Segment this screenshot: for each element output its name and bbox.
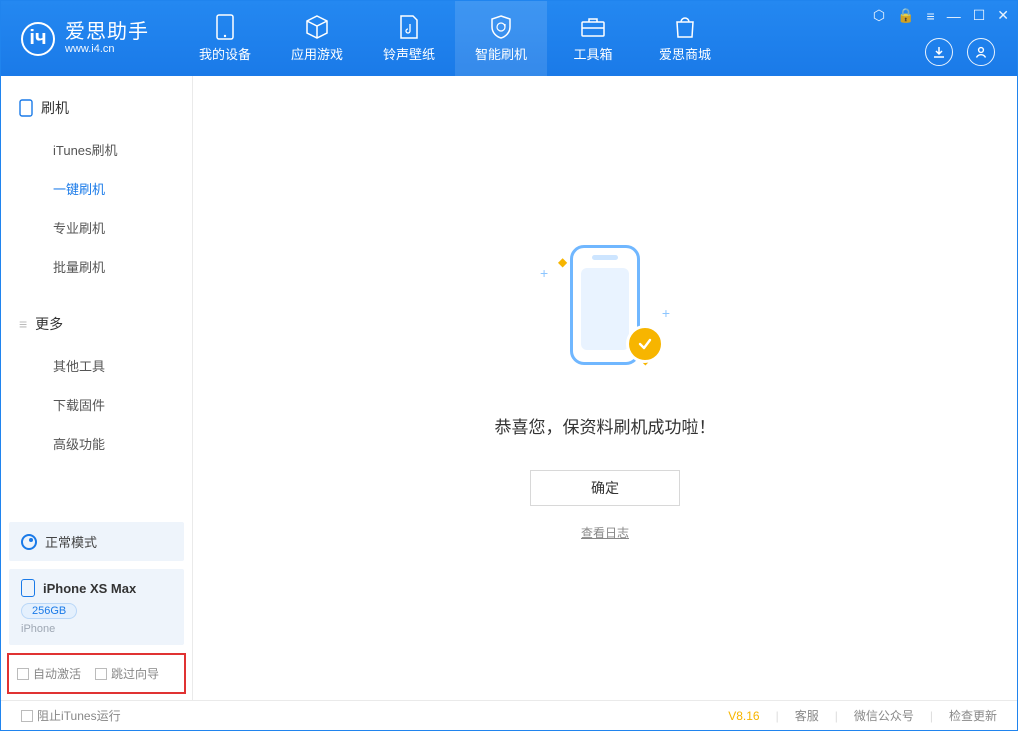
link-wechat[interactable]: 微信公众号: [854, 707, 914, 724]
sidebar-section-flash: 刷机: [1, 92, 192, 124]
close-button[interactable]: ✕: [997, 7, 1009, 24]
checkbox-auto-activate[interactable]: 自动激活: [17, 665, 81, 682]
device-storage-badge: 256GB: [21, 603, 77, 619]
bag-icon: [672, 14, 698, 40]
separator: |: [835, 709, 838, 723]
nav-label: 爱思商城: [659, 44, 711, 63]
success-illustration: + + ◆ ◆: [530, 235, 680, 385]
device-icon: [212, 14, 238, 40]
checkbox-skip-guide[interactable]: 跳过向导: [95, 665, 159, 682]
maximize-button[interactable]: ☐: [973, 7, 986, 24]
ok-button[interactable]: 确定: [530, 470, 680, 506]
titlebar: iч 爱思助手 www.i4.cn 我的设备 应用游戏 铃声壁纸 智能刷机: [1, 1, 1017, 76]
sidebar: 刷机 iTunes刷机 一键刷机 专业刷机 批量刷机 ≡ 更多 其他工具 下载固…: [1, 76, 193, 700]
nav-apps-games[interactable]: 应用游戏: [271, 1, 363, 76]
view-log-link[interactable]: 查看日志: [581, 524, 629, 541]
nav-store[interactable]: 爱思商城: [639, 1, 731, 76]
music-file-icon: [396, 14, 422, 40]
toolbox-icon: [580, 14, 606, 40]
shield-sync-icon: [488, 14, 514, 40]
shirt-icon[interactable]: ⬡: [873, 7, 885, 24]
minimize-button[interactable]: —: [947, 8, 961, 24]
download-button[interactable]: [925, 38, 953, 66]
nav-label: 工具箱: [573, 44, 612, 63]
sidebar-item-oneclick-flash[interactable]: 一键刷机: [1, 169, 192, 208]
device-card[interactable]: iPhone XS Max 256GB iPhone: [9, 569, 184, 645]
nav-smart-flash[interactable]: 智能刷机: [455, 1, 547, 76]
plus-icon: +: [662, 305, 670, 321]
nav-my-device[interactable]: 我的设备: [179, 1, 271, 76]
success-message: 恭喜您，保资料刷机成功啦！: [495, 413, 716, 438]
device-name: iPhone XS Max: [43, 581, 136, 596]
window-controls: ⬡ 🔒 ≡ — ☐ ✕: [873, 7, 1009, 24]
logo: iч 爱思助手 www.i4.cn: [1, 21, 169, 55]
link-support[interactable]: 客服: [795, 707, 819, 724]
app-title: 爱思助手: [65, 21, 149, 43]
check-badge-icon: [626, 325, 664, 363]
sidebar-item-advanced[interactable]: 高级功能: [1, 424, 192, 463]
list-icon: ≡: [19, 316, 27, 332]
mode-card[interactable]: 正常模式: [9, 522, 184, 561]
menu-icon[interactable]: ≡: [927, 8, 935, 24]
checkbox-block-itunes[interactable]: 阻止iTunes运行: [21, 707, 121, 724]
version-label: V8.16: [728, 709, 759, 723]
separator: |: [776, 709, 779, 723]
mode-icon: [21, 534, 37, 550]
main-content: + + ◆ ◆ 恭喜您，保资料刷机成功啦！ 确定 查看日志: [193, 76, 1017, 700]
nav-label: 智能刷机: [475, 44, 527, 63]
top-nav: 我的设备 应用游戏 铃声壁纸 智能刷机 工具箱 爱思商城: [179, 1, 731, 76]
link-check-update[interactable]: 检查更新: [949, 707, 997, 724]
sidebar-item-other-tools[interactable]: 其他工具: [1, 346, 192, 385]
plus-icon: +: [540, 265, 548, 281]
sidebar-item-pro-flash[interactable]: 专业刷机: [1, 208, 192, 247]
mode-label: 正常模式: [45, 532, 97, 551]
nav-label: 应用游戏: [291, 44, 343, 63]
checkbox-icon: [17, 668, 29, 680]
nav-toolbox[interactable]: 工具箱: [547, 1, 639, 76]
app-window: iч 爱思助手 www.i4.cn 我的设备 应用游戏 铃声壁纸 智能刷机: [0, 0, 1018, 731]
section-title: 更多: [35, 314, 63, 334]
checkbox-icon: [21, 710, 33, 722]
sidebar-item-itunes-flash[interactable]: iTunes刷机: [1, 130, 192, 169]
sidebar-item-download-firmware[interactable]: 下载固件: [1, 385, 192, 424]
nav-label: 铃声壁纸: [383, 44, 435, 63]
cube-icon: [304, 14, 330, 40]
checkbox-label: 自动激活: [33, 665, 81, 682]
user-button[interactable]: [967, 38, 995, 66]
lock-icon[interactable]: 🔒: [897, 7, 914, 24]
device-type: iPhone: [21, 623, 172, 635]
sidebar-item-batch-flash[interactable]: 批量刷机: [1, 247, 192, 286]
sidebar-options-highlight: 自动激活 跳过向导: [7, 653, 186, 694]
nav-ringtone-wallpaper[interactable]: 铃声壁纸: [363, 1, 455, 76]
checkbox-icon: [95, 668, 107, 680]
nav-label: 我的设备: [199, 44, 251, 63]
phone-icon: [19, 99, 33, 117]
separator: |: [930, 709, 933, 723]
section-title: 刷机: [41, 98, 69, 118]
statusbar: 阻止iTunes运行 V8.16 | 客服 | 微信公众号 | 检查更新: [1, 700, 1017, 730]
checkbox-label: 跳过向导: [111, 665, 159, 682]
sidebar-section-more: ≡ 更多: [1, 308, 192, 340]
logo-icon: iч: [21, 22, 55, 56]
sparkle-icon: ◆: [558, 255, 567, 269]
phone-icon: [21, 579, 35, 597]
app-url: www.i4.cn: [65, 43, 149, 55]
checkbox-label: 阻止iTunes运行: [37, 707, 121, 724]
